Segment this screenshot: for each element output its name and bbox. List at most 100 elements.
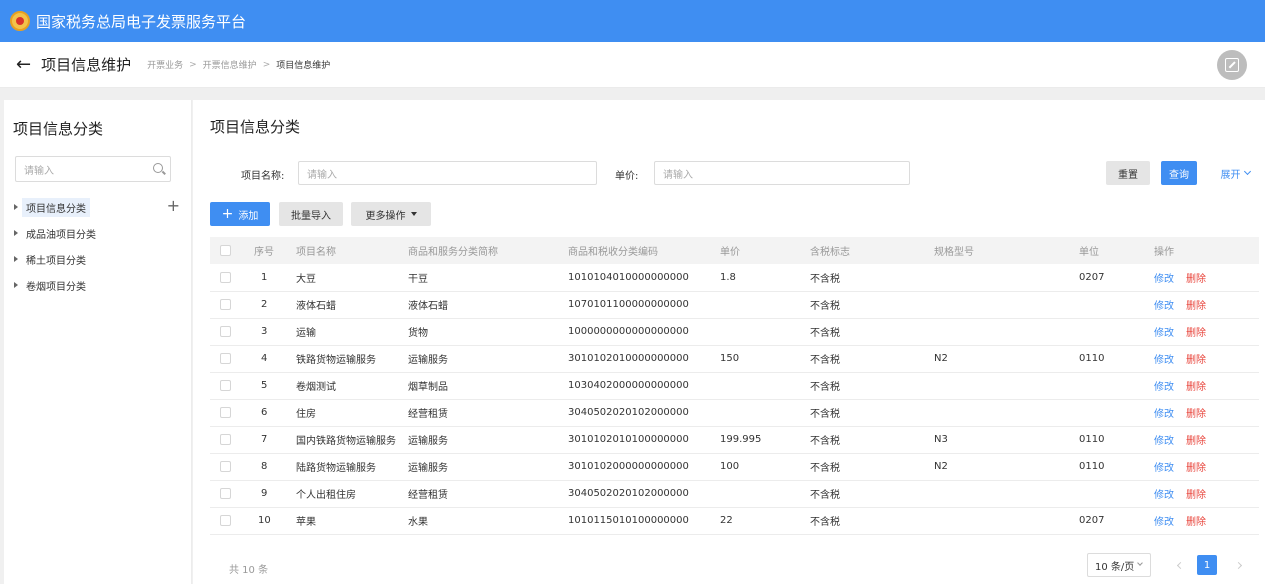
delete-link[interactable]: 删除 <box>1186 301 1206 312</box>
tree-item-project-info[interactable]: 项目信息分类 + <box>4 194 192 220</box>
price-input[interactable]: 请输入 <box>654 161 910 185</box>
row-checkbox-cell[interactable] <box>210 480 254 508</box>
breadcrumb-item[interactable]: 开票业务 <box>147 58 183 71</box>
page-size-select[interactable]: 10 条/页 <box>1087 553 1151 577</box>
operations: 修改 删除 <box>1154 372 1259 400</box>
checkbox[interactable] <box>220 325 231 337</box>
tax-code: 1030402000000000000 <box>568 372 720 400</box>
table-header-row: 序号 项目名称 商品和服务分类简称 商品和税收分类编码 单价 含税标志 规格型号… <box>210 237 1259 264</box>
unit-price: 100 <box>720 453 810 481</box>
edit-link[interactable]: 修改 <box>1154 274 1174 285</box>
edit-link[interactable]: 修改 <box>1154 301 1174 312</box>
add-button[interactable]: + 添加 <box>210 202 270 226</box>
tree-item-label[interactable]: 卷烟项目分类 <box>26 278 86 293</box>
tax-flag: 不含税 <box>810 507 934 535</box>
checkbox[interactable] <box>220 271 231 283</box>
category-short-name: 经营租赁 <box>408 399 568 427</box>
edit-link[interactable]: 修改 <box>1154 517 1174 528</box>
item-name: 卷烟测试 <box>296 372 408 400</box>
sidebar-title: 项目信息分类 <box>13 120 104 138</box>
tree-item-rare-earth[interactable]: 稀土项目分类 <box>4 246 192 272</box>
row-checkbox-cell[interactable] <box>210 318 254 346</box>
caret-right-icon[interactable] <box>14 256 18 262</box>
tax-flag: 不含税 <box>810 291 934 319</box>
unit-price <box>720 480 810 508</box>
item-name-input[interactable]: 请输入 <box>298 161 597 185</box>
category-short-name: 烟草制品 <box>408 372 568 400</box>
edit-link[interactable]: 修改 <box>1154 382 1174 393</box>
tree-item-cigarette[interactable]: 卷烟项目分类 <box>4 272 192 298</box>
row-checkbox-cell[interactable] <box>210 291 254 319</box>
breadcrumb: 开票业务 > 开票信息维护 > 项目信息维护 <box>147 58 330 72</box>
edit-link[interactable]: 修改 <box>1154 355 1174 366</box>
delete-link[interactable]: 删除 <box>1186 517 1206 528</box>
row-checkbox-cell[interactable] <box>210 507 254 535</box>
spec-model <box>934 372 1079 400</box>
add-category-icon[interactable]: + <box>167 196 180 215</box>
edit-link[interactable]: 修改 <box>1154 409 1174 420</box>
checkbox[interactable] <box>220 406 231 418</box>
delete-link[interactable]: 删除 <box>1186 274 1206 285</box>
delete-link[interactable]: 删除 <box>1186 490 1206 501</box>
prev-page-button[interactable] <box>1171 555 1189 575</box>
fullscreen-button[interactable] <box>1217 50 1247 80</box>
operations: 修改 删除 <box>1154 480 1259 508</box>
search-icon[interactable] <box>153 163 163 173</box>
delete-link[interactable]: 删除 <box>1186 463 1206 474</box>
expand-label: 展开 <box>1220 169 1241 181</box>
checkbox[interactable] <box>220 379 231 391</box>
unit-price <box>720 318 810 346</box>
caret-right-icon[interactable] <box>14 282 18 288</box>
category-short-name: 运输服务 <box>408 345 568 373</box>
tree-item-label[interactable]: 成品油项目分类 <box>26 226 96 241</box>
tree-item-label[interactable]: 稀土项目分类 <box>26 252 86 267</box>
row-checkbox-cell[interactable] <box>210 426 254 454</box>
checkbox[interactable] <box>220 244 231 256</box>
row-checkbox-cell[interactable] <box>210 264 254 292</box>
caret-right-icon[interactable] <box>14 204 18 210</box>
unit: 0110 <box>1079 345 1154 373</box>
edit-link[interactable]: 修改 <box>1154 463 1174 474</box>
batch-import-button[interactable]: 批量导入 <box>279 202 343 226</box>
checkbox[interactable] <box>220 460 231 472</box>
expand-filters-button[interactable]: 展开 <box>1213 161 1257 185</box>
row-checkbox-cell[interactable] <box>210 453 254 481</box>
select-all-checkbox[interactable] <box>210 237 254 264</box>
row-checkbox-cell[interactable] <box>210 399 254 427</box>
delete-link[interactable]: 删除 <box>1186 355 1206 366</box>
delete-link[interactable]: 删除 <box>1186 409 1206 420</box>
checkbox[interactable] <box>220 514 231 526</box>
delete-link[interactable]: 删除 <box>1186 436 1206 447</box>
checkbox[interactable] <box>220 298 231 310</box>
category-short-name: 运输服务 <box>408 453 568 481</box>
operations: 修改 删除 <box>1154 426 1259 454</box>
sidebar-search-placeholder: 请输入 <box>24 165 54 177</box>
current-page-button[interactable]: 1 <box>1197 555 1217 575</box>
caret-right-icon[interactable] <box>14 230 18 236</box>
next-page-button[interactable] <box>1229 555 1247 575</box>
checkbox[interactable] <box>220 433 231 445</box>
item-name: 液体石蜡 <box>296 291 408 319</box>
breadcrumb-item[interactable]: 开票信息维护 <box>203 58 257 71</box>
row-checkbox-cell[interactable] <box>210 372 254 400</box>
back-arrow-icon[interactable]: ← <box>16 54 31 75</box>
reset-button[interactable]: 重置 <box>1106 161 1150 185</box>
checkbox[interactable] <box>220 352 231 364</box>
checkbox[interactable] <box>220 487 231 499</box>
edit-link[interactable]: 修改 <box>1154 490 1174 501</box>
item-name: 铁路货物运输服务 <box>296 345 408 373</box>
edit-link[interactable]: 修改 <box>1154 328 1174 339</box>
item-table: 序号 项目名称 商品和服务分类简称 商品和税收分类编码 单价 含税标志 规格型号… <box>210 237 1259 535</box>
row-index: 10 <box>254 507 296 535</box>
row-checkbox-cell[interactable] <box>210 345 254 373</box>
row-index: 9 <box>254 480 296 508</box>
delete-link[interactable]: 删除 <box>1186 328 1206 339</box>
edit-link[interactable]: 修改 <box>1154 436 1174 447</box>
sidebar-search-input[interactable]: 请输入 <box>15 156 171 182</box>
more-actions-dropdown[interactable]: 更多操作 <box>351 202 431 226</box>
item-name-label: 项目名称: <box>241 171 285 182</box>
tree-item-refined-oil[interactable]: 成品油项目分类 <box>4 220 192 246</box>
delete-link[interactable]: 删除 <box>1186 382 1206 393</box>
query-button[interactable]: 查询 <box>1161 161 1197 185</box>
tree-item-label[interactable]: 项目信息分类 <box>22 197 90 217</box>
